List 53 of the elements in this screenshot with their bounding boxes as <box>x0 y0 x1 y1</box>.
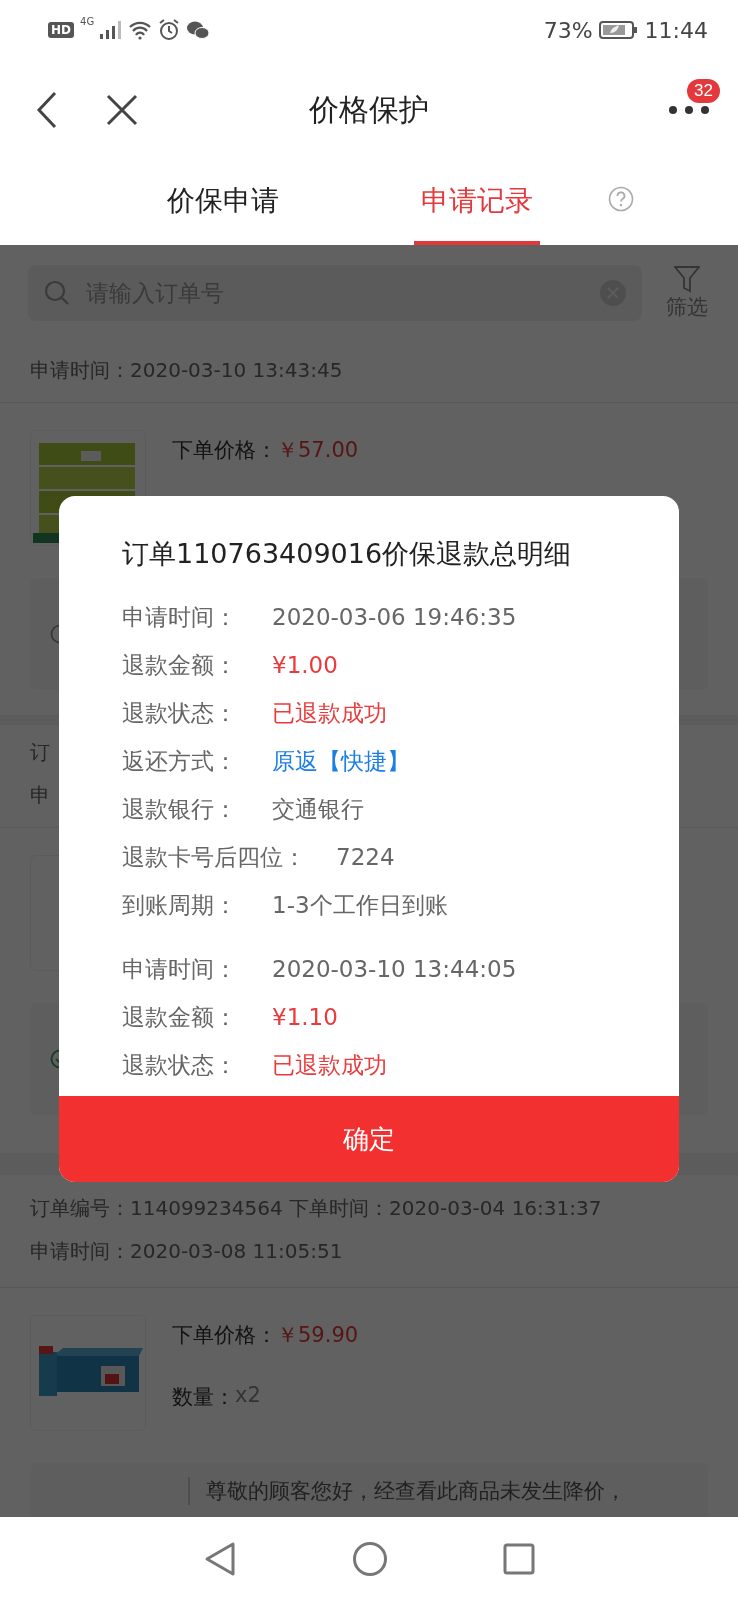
confirm-button[interactable]: 确定 <box>59 1096 679 1182</box>
chat-icon <box>186 20 211 40</box>
help-icon[interactable] <box>608 185 634 212</box>
price-label: 下单价格： <box>172 437 277 464</box>
hd-indicator: HD <box>48 22 74 38</box>
detail-value: 1-3个工作日到账 <box>272 891 448 920</box>
dialog-title: 订单110763409016价保退款总明细 <box>122 537 573 571</box>
recents-nav-button[interactable] <box>503 1542 535 1575</box>
detail-label: 退款金额： <box>122 651 238 680</box>
detail-value: ¥1.10 <box>272 1004 338 1030</box>
record-info-text: 订单编号：114099234564 下单时间：2020-03-04 16:31:37 <box>30 1195 602 1222</box>
detail-label: 返还方式： <box>122 747 238 776</box>
price-value: ￥57.00 <box>277 437 359 464</box>
detail-label: 申请时间： <box>122 955 238 984</box>
notification-badge: 32 <box>687 79 720 103</box>
notice-text: 尊敬的顾客您好，经查看此商品未发生降价， <box>188 1477 708 1505</box>
detail-label: 申请时间： <box>122 603 238 632</box>
detail-value: 7224 <box>336 844 395 870</box>
tab[interactable]: 价保申请 <box>160 160 286 245</box>
detail-label: 退款卡号后四位： <box>122 843 306 872</box>
detail-label: 退款金额： <box>122 1003 238 1032</box>
price-value: ￥59.90 <box>277 1322 359 1349</box>
quantity-label: 数量： <box>172 1384 235 1411</box>
battery-percent: 73% <box>543 17 593 43</box>
detail-value: 2020-03-06 19:46:35 <box>272 604 517 630</box>
search-icon <box>44 279 70 306</box>
detail-label: 到账周期： <box>122 891 238 920</box>
detail-value: 原返【快捷】 <box>272 747 410 776</box>
price-label: 下单价格： <box>172 1322 277 1349</box>
close-button[interactable] <box>106 94 138 126</box>
network-type: 4G <box>80 16 95 27</box>
record-info-text: 申请时间：2020-03-10 13:43:45 <box>30 357 343 384</box>
record-info-text: 申 <box>30 782 50 809</box>
detail-label: 退款状态： <box>122 1051 238 1080</box>
filter-icon <box>674 264 700 293</box>
detail-label: 退款状态： <box>122 699 238 728</box>
battery-icon <box>598 20 639 40</box>
back-nav-button[interactable] <box>203 1540 237 1577</box>
back-button[interactable] <box>36 91 58 129</box>
detail-value: 已退款成功 <box>272 1051 387 1080</box>
detail-label: 退款银行： <box>122 795 238 824</box>
detail-value: 已退款成功 <box>272 699 387 728</box>
record-info-text: 订 <box>30 739 50 766</box>
alarm-icon <box>158 19 181 41</box>
wifi-icon <box>128 20 153 40</box>
detail-value: ¥1.00 <box>272 652 338 678</box>
clock-time: 11:44 <box>644 17 708 43</box>
page-title: 价格保护 <box>309 90 429 129</box>
record-info-text: 申请时间：2020-03-08 11:05:51 <box>30 1238 343 1265</box>
home-nav-button[interactable] <box>352 1540 388 1577</box>
signal-icon <box>100 21 123 39</box>
detail-value: 交通银行 <box>272 795 364 824</box>
detail-value: 2020-03-10 13:44:05 <box>272 956 517 982</box>
